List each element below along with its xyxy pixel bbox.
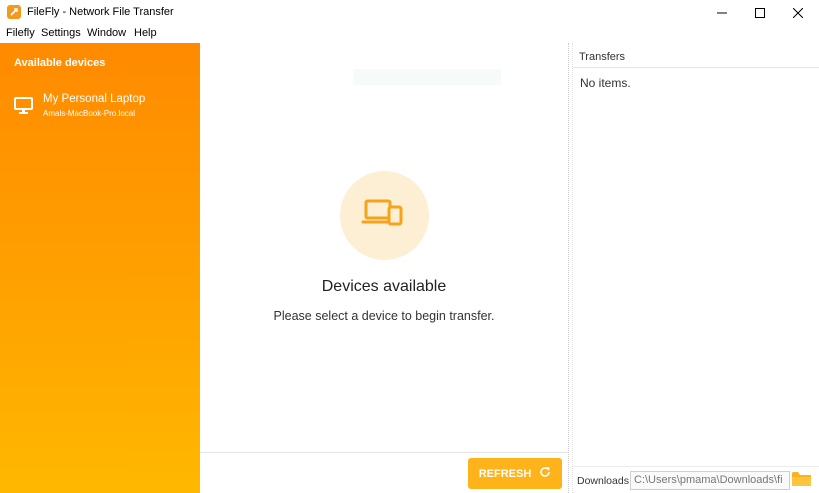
refresh-button[interactable]: REFRESH bbox=[468, 458, 562, 489]
transfers-divider bbox=[573, 67, 819, 68]
device-host: Amals-MacBook-Pro.local bbox=[43, 109, 136, 118]
folder-icon[interactable] bbox=[792, 471, 811, 492]
sidebar-title: Available devices bbox=[14, 57, 106, 69]
maximize-button[interactable] bbox=[741, 0, 779, 25]
refresh-label: REFRESH bbox=[478, 467, 532, 480]
menu-settings[interactable]: Settings bbox=[41, 27, 81, 39]
devices-sidebar: Available devices My Personal Laptop Ama… bbox=[0, 43, 200, 493]
title-bar: FileFly - Network File Transfer bbox=[0, 0, 819, 25]
menu-bar: Filefly Settings Window Help bbox=[0, 25, 819, 43]
refresh-icon bbox=[539, 466, 551, 481]
downloads-path-field[interactable]: C:\Users\pmama\Downloads\fi bbox=[630, 471, 790, 490]
window-title: FileFly - Network File Transfer bbox=[27, 6, 174, 18]
menu-filefly[interactable]: Filefly bbox=[6, 27, 35, 39]
menu-help[interactable]: Help bbox=[134, 27, 157, 39]
devices-icon bbox=[340, 171, 429, 260]
transfers-empty-text: No items. bbox=[580, 76, 631, 90]
menu-window[interactable]: Window bbox=[87, 27, 126, 39]
downloads-divider bbox=[573, 466, 819, 467]
main-panel: Devices available Please select a device… bbox=[200, 43, 568, 493]
footer-divider bbox=[200, 452, 568, 453]
close-button[interactable] bbox=[779, 0, 817, 25]
transfers-title: Transfers bbox=[579, 51, 626, 63]
monitor-icon bbox=[14, 97, 33, 119]
transfers-panel: Transfers No items. Downloads C:\Users\p… bbox=[573, 43, 819, 493]
minimize-button[interactable] bbox=[703, 0, 741, 25]
device-item[interactable]: My Personal Laptop Amals-MacBook-Pro.loc… bbox=[0, 87, 200, 127]
faded-banner bbox=[353, 69, 501, 85]
downloads-label: Downloads bbox=[577, 475, 629, 487]
devices-subtext: Please select a device to begin transfer… bbox=[273, 309, 495, 323]
filefly-logo-icon bbox=[7, 5, 21, 19]
device-name: My Personal Laptop bbox=[43, 93, 146, 105]
panel-divider[interactable] bbox=[568, 43, 569, 493]
devices-heading: Devices available bbox=[321, 278, 447, 295]
